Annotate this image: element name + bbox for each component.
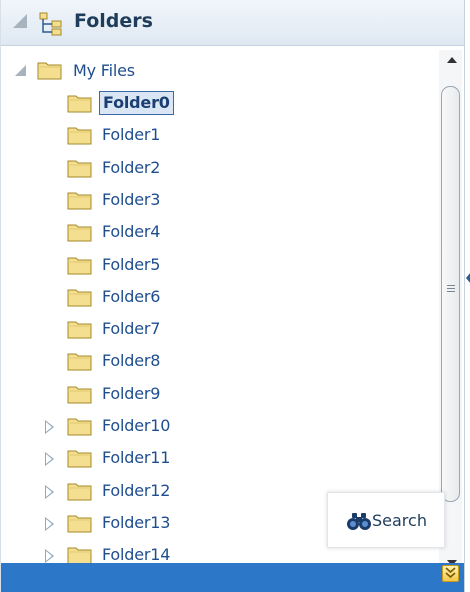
tree-item[interactable]: Folder10 [1, 411, 431, 441]
tree-root-label: My Files [73, 61, 135, 80]
panel-title: Folders [74, 10, 153, 32]
collapse-arrow-icon[interactable] [466, 272, 470, 284]
collapse-panel-icon[interactable] [13, 14, 27, 28]
tree-item[interactable]: Folder1 [1, 120, 431, 150]
folder-icon [67, 515, 92, 533]
tree-item-label: Folder8 [102, 351, 161, 371]
folder-icon [37, 62, 62, 80]
tree-item[interactable]: Folder8 [1, 346, 431, 376]
folder-icon [67, 353, 92, 371]
double-chevron-down-icon [445, 567, 456, 579]
folder-icon [67, 224, 92, 242]
tree-item-label: Folder1 [102, 125, 161, 145]
tree-item[interactable]: Folder9 [1, 379, 431, 409]
tree-item[interactable]: Folder4 [1, 217, 431, 247]
search-button[interactable]: Search [327, 492, 445, 548]
tree-item-label: Folder2 [102, 157, 161, 177]
folder-icon [67, 289, 92, 307]
folder-icon [67, 127, 92, 145]
folder-icon [67, 483, 92, 501]
folder-icon [67, 418, 92, 436]
tree-item[interactable]: Folder7 [1, 314, 431, 344]
binoculars-icon [347, 513, 371, 530]
collapsed-triangle-icon[interactable] [45, 484, 54, 499]
scrollbar-thumb[interactable] [441, 86, 460, 502]
tree-item-label: Folder7 [102, 319, 161, 339]
folder-icon [67, 321, 92, 339]
folder-icon [67, 192, 92, 210]
tree-item-label: Folder5 [102, 254, 161, 274]
panel-footer [1, 563, 465, 592]
folder-icon [67, 450, 92, 468]
tree-item-label: Folder6 [102, 286, 161, 306]
tree-item-label: Folder13 [102, 512, 171, 532]
collapsed-triangle-icon[interactable] [45, 420, 54, 434]
tree-item[interactable]: Folder0 [1, 88, 431, 118]
panel-header: Folders [1, 0, 465, 46]
tree-root-row[interactable]: My Files [1, 56, 431, 86]
tree-item[interactable]: Folder3 [1, 185, 431, 215]
panel-splitter[interactable] [464, 0, 470, 592]
search-label: Search [372, 511, 427, 530]
folder-icon [67, 257, 92, 274]
collapsed-triangle-icon[interactable] [45, 516, 54, 531]
tree-item-label: Folder14 [102, 545, 171, 565]
tree-item-label: Folder0 [99, 91, 174, 115]
folder-tree-icon [39, 12, 62, 36]
scroll-up-arrow-icon[interactable] [447, 57, 457, 63]
tree-item[interactable]: Folder6 [1, 282, 431, 312]
tree-item-label: Folder9 [102, 383, 161, 403]
tree-item-label: Folder10 [102, 416, 171, 435]
tree-item[interactable]: Folder11 [1, 443, 431, 473]
grip-icon [447, 285, 455, 286]
collapsed-triangle-icon[interactable] [45, 452, 54, 467]
tree-item-label: Folder4 [102, 222, 161, 242]
tree-item[interactable]: Folder2 [1, 153, 431, 183]
tree-item-label: Folder3 [102, 189, 161, 209]
collapsed-triangle-icon[interactable] [45, 549, 54, 564]
folders-panel: Folders My Files Folder0 Folder1 Folder2 Fo… [0, 0, 465, 592]
folder-icon [67, 386, 92, 404]
folder-icon [67, 160, 92, 178]
folder-icon [67, 95, 92, 113]
tree-item[interactable]: Folder5 [1, 250, 431, 280]
footer-expand-button[interactable] [442, 565, 459, 582]
expanded-triangle-icon[interactable] [15, 65, 26, 76]
tree-item-label: Folder11 [102, 448, 171, 468]
tree-item-label: Folder12 [102, 480, 171, 500]
